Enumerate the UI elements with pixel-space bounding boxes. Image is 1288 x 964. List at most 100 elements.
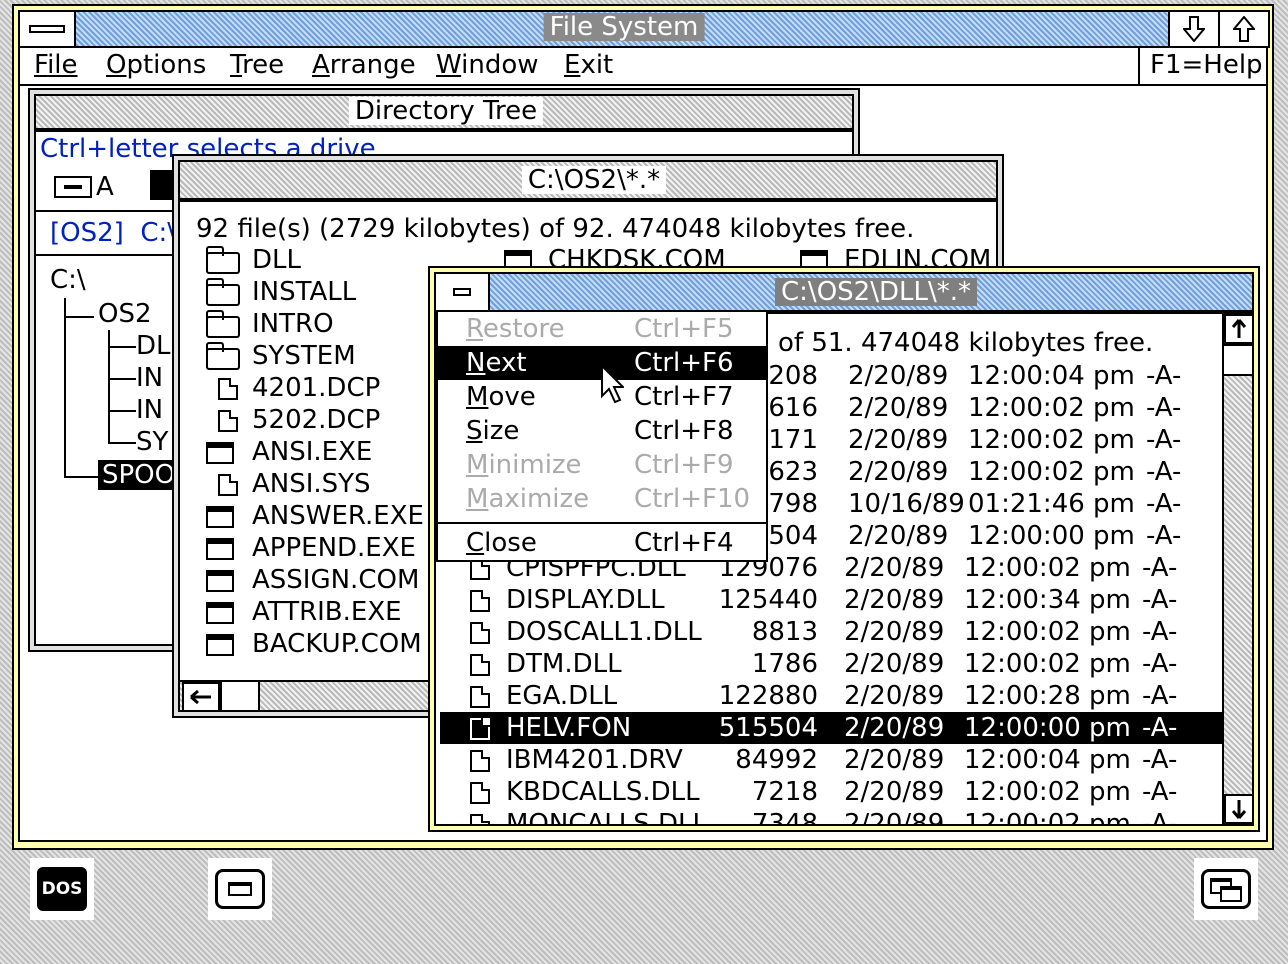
tree-node-intro[interactable]: IN — [108, 394, 163, 426]
file-size: 84992 — [735, 745, 818, 775]
scroll-thumb[interactable] — [1224, 344, 1252, 376]
dll-file-row[interactable]: IBM4201.DRV 84992 2/20/89 12:00:04 pm -A- — [440, 744, 1222, 776]
menu-item-accelerator: Ctrl+F10 — [634, 484, 751, 514]
drive-a[interactable]: A — [54, 172, 114, 202]
dll-vertical-scrollbar[interactable] — [1222, 314, 1252, 824]
file-time: 01:21:46 pm — [968, 489, 1135, 519]
file-date: 2/20/89 — [844, 649, 945, 679]
tree-node-root[interactable]: C:\ — [50, 264, 86, 296]
file-attributes: -A- — [1142, 745, 1178, 775]
menu-item-label: Minimize — [466, 450, 582, 480]
document-icon — [470, 750, 490, 772]
dll-file-row[interactable]: DOSCALL1.DLL 8813 2/20/89 12:00:02 pm -A- — [440, 616, 1222, 648]
document-icon — [470, 814, 490, 824]
file-name: DISPLAY.DLL — [506, 585, 665, 615]
minimize-button[interactable] — [1168, 10, 1220, 48]
file-size: 1786 — [751, 649, 818, 679]
dll-file-row[interactable]: DTM.DLL 1786 2/20/89 12:00:02 pm -A- — [440, 648, 1222, 680]
main-title-bar[interactable]: File System — [18, 10, 1270, 48]
document-icon — [470, 622, 490, 644]
mouse-pointer-icon — [601, 364, 624, 404]
maximize-button[interactable] — [1218, 10, 1270, 48]
dll-title-bar[interactable]: C:\OS2\DLL\*.* — [434, 272, 1254, 312]
os2-file-row[interactable]: INSTALL — [200, 276, 356, 308]
tree-node-dll[interactable]: DL — [108, 330, 171, 362]
menu-bar: File Options Tree Arrange Window Exit F1… — [18, 48, 1268, 86]
tree-node-os2-label: OS2 — [98, 299, 152, 329]
menu-file[interactable]: File — [34, 50, 78, 80]
dll-file-row[interactable]: EGA.DLL 122880 2/20/89 12:00:28 pm -A- — [440, 680, 1222, 712]
menu-item-accelerator: Ctrl+F7 — [634, 382, 734, 412]
tree-node-intro-label: IN — [136, 395, 164, 425]
scroll-left-button[interactable] — [182, 682, 220, 710]
tree-node-spool[interactable]: SPOO — [98, 460, 180, 490]
scroll-thumb[interactable] — [220, 682, 260, 710]
dos-session-icon[interactable]: DOS — [30, 858, 94, 920]
program-icon — [206, 506, 234, 528]
os2-file-row[interactable]: INTRO — [200, 308, 334, 340]
menu-tree-label: Tree — [230, 50, 285, 80]
file-time: 12:00:34 pm — [964, 585, 1131, 615]
dll-file-row[interactable]: DISPLAY.DLL 125440 2/20/89 12:00:34 pm -A- — [440, 584, 1222, 616]
menu-options[interactable]: Options — [106, 50, 206, 80]
file-date: 2/20/89 — [844, 681, 945, 711]
os2-file-row[interactable]: ANSI.EXE — [200, 436, 372, 468]
system-menu-button[interactable] — [18, 10, 76, 48]
down-arrow-icon — [1232, 800, 1246, 819]
os2-session-icon[interactable] — [208, 858, 272, 920]
file-time: 12:00:04 pm — [964, 745, 1131, 775]
os2-file-row[interactable]: APPEND.EXE — [200, 532, 416, 564]
menu-window[interactable]: Window — [436, 50, 539, 80]
scroll-down-button[interactable] — [1224, 794, 1252, 824]
scroll-up-button[interactable] — [1224, 314, 1252, 344]
os2-title-bar[interactable]: C:\OS2\*.* — [178, 160, 998, 200]
help-hint[interactable]: F1=Help — [1150, 50, 1263, 80]
tree-node-system[interactable]: SY — [108, 426, 168, 458]
menu-item-accelerator: Ctrl+F6 — [634, 348, 734, 378]
file-name: KBDCALLS.DLL — [506, 777, 700, 807]
floppy-drive-icon — [54, 176, 92, 198]
dll-file-row[interactable]: HELV.FON 515504 2/20/89 12:00:00 pm -A- — [440, 712, 1222, 744]
menu-divider — [1138, 48, 1140, 84]
tree-node-os2[interactable]: OS2 — [98, 298, 152, 330]
os2-file-row[interactable]: ATTRIB.EXE — [200, 596, 402, 628]
file-date: 2/20/89 — [844, 553, 945, 583]
file-time: 12:00:28 pm — [964, 681, 1131, 711]
left-arrow-icon — [190, 690, 211, 704]
menu-exit[interactable]: Exit — [564, 50, 613, 80]
os2-file-row[interactable]: ASSIGN.COM — [200, 564, 419, 596]
file-time: 12:00:02 pm — [968, 425, 1135, 455]
file-attributes: -A- — [1146, 361, 1182, 391]
file-attributes: -A- — [1142, 809, 1178, 826]
task-list-icon[interactable] — [1194, 858, 1258, 920]
dll-file-row[interactable]: MONCALLS.DLL 7348 2/20/89 12:00:02 pm -A- — [440, 808, 1222, 826]
dll-status: of 51. 474048 kilobytes free. — [778, 328, 1154, 358]
file-attributes: -A- — [1142, 681, 1178, 711]
tree-title-bar[interactable]: Directory Tree — [34, 94, 854, 130]
file-time: 12:00:04 pm — [968, 361, 1135, 391]
menu-tree[interactable]: Tree — [230, 50, 284, 80]
tree-node-install[interactable]: IN — [108, 362, 163, 394]
file-size: 7218 — [751, 777, 818, 807]
menu-arrange[interactable]: Arrange — [312, 50, 416, 80]
file-date: 2/20/89 — [844, 585, 945, 615]
dll-file-row[interactable]: KBDCALLS.DLL 7218 2/20/89 12:00:02 pm -A- — [440, 776, 1222, 808]
current-path: [OS2] C:\ — [50, 218, 177, 248]
os2-file-row[interactable]: 4201.DCP — [200, 372, 380, 404]
menu-item-label: Restore — [466, 314, 565, 344]
os2-status: 92 file(s) (2729 kilobytes) of 92. 47404… — [196, 214, 915, 244]
folder-icon — [206, 310, 240, 338]
menu-item-size[interactable]: Size Ctrl+F8 — [438, 414, 766, 448]
os2-file-row[interactable]: ANSWER.EXE — [200, 500, 424, 532]
dll-system-menu-button[interactable] — [434, 272, 490, 312]
os2-file-row[interactable]: ANSI.SYS — [200, 468, 371, 500]
tree-window-title: Directory Tree — [348, 97, 544, 125]
os2-file-row[interactable]: DLL — [200, 244, 301, 276]
os2-file-row[interactable]: 5202.DCP — [200, 404, 380, 436]
file-name: ANSI.SYS — [252, 469, 371, 499]
os2-file-row[interactable]: BACKUP.COM — [200, 628, 422, 660]
os2-file-row[interactable]: SYSTEM — [200, 340, 356, 372]
menu-item-label: Move — [466, 382, 536, 412]
menu-item-close[interactable]: Close Ctrl+F4 — [438, 526, 766, 560]
file-size: 125440 — [718, 585, 818, 615]
